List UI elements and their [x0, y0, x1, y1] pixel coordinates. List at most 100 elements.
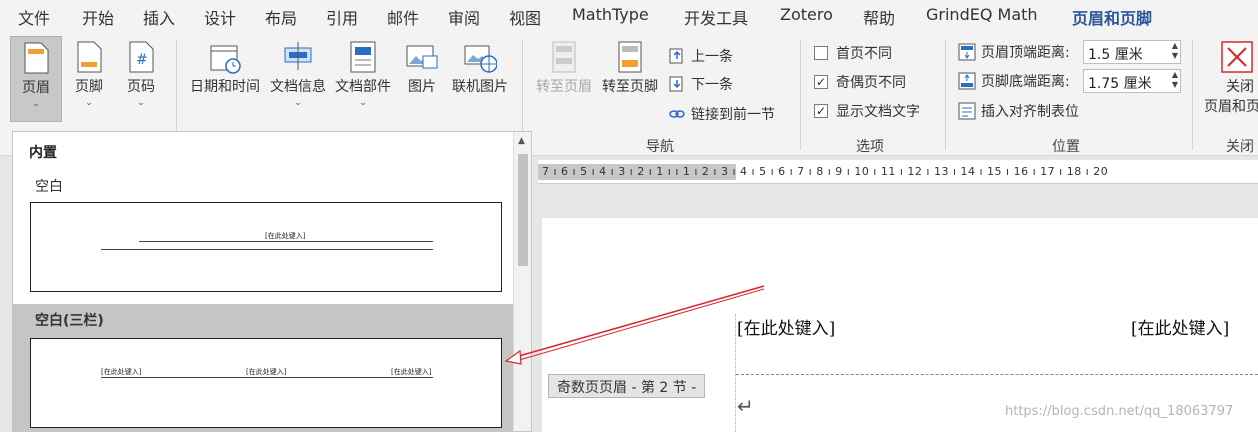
header-position-icon	[958, 43, 976, 61]
tab-developer[interactable]: 开发工具	[684, 5, 748, 29]
tab-references[interactable]: 引用	[326, 5, 358, 29]
tab-file[interactable]: 文件	[18, 5, 50, 29]
goto-footer-button-label: 转至页脚	[602, 79, 658, 95]
tab-review[interactable]: 审阅	[448, 5, 480, 29]
gallery-item-three-column-title: 空白(三栏)	[35, 313, 104, 329]
next-button[interactable]: 下一条	[668, 72, 733, 96]
horizontal-ruler[interactable]: 7 ı 6 ı 5 ı 4 ı 3 ı 2 ı 1 ı ı 1 ı 2 ı 3 …	[538, 160, 1258, 184]
goto-header-button[interactable]: 转至页眉	[532, 36, 596, 122]
previous-button[interactable]: 上一条	[668, 44, 733, 68]
chevron-down-icon: ⌄	[32, 99, 40, 109]
tab-mathtype[interactable]: MathType	[572, 5, 649, 24]
thumb-placeholder: [在此处键入]	[246, 368, 287, 376]
navigation-group-label: 导航	[646, 139, 674, 155]
quick-parts-icon	[346, 40, 380, 74]
header-icon	[19, 41, 53, 75]
alignment-tab-icon	[958, 102, 976, 120]
goto-header-button-label: 转至页眉	[536, 79, 592, 95]
tab-zotero[interactable]: Zotero	[780, 5, 833, 24]
docinfo-button[interactable]: 文档信息 ⌄	[266, 36, 330, 122]
tab-insert[interactable]: 插入	[143, 5, 175, 29]
scrollbar-thumb[interactable]	[518, 154, 528, 266]
show-document-text-checkbox[interactable]: ✓ 显示文档文字	[814, 99, 920, 123]
ruler-numbers: 7 ı 6 ı 5 ı 4 ı 3 ı 2 ı 1 ı ı 1 ı 2 ı 3 …	[542, 165, 1109, 178]
insert-alignment-tab-label: 插入对齐制表位	[981, 104, 1079, 120]
close-label-line2: 页眉和页	[1204, 99, 1258, 115]
gallery-item-three-column[interactable]: [在此处键入] [在此处键入] [在此处键入]	[30, 338, 502, 428]
tab-header-footer[interactable]: 页眉和页脚	[1072, 5, 1153, 35]
page-number-button[interactable]: # 页码 ⌄	[116, 36, 166, 122]
group-separator	[1192, 40, 1193, 150]
svg-text:#: #	[136, 52, 148, 68]
link-to-previous-button[interactable]: 链接到前一节	[668, 102, 775, 126]
close-label-line1: 关闭	[1226, 79, 1254, 95]
chevron-down-icon: ⌄	[294, 98, 302, 108]
document-info-icon	[281, 40, 315, 74]
tab-view[interactable]: 视图	[509, 5, 541, 29]
footer-bottom-distance-label: 页脚底端距离:	[981, 74, 1070, 90]
previous-label: 上一条	[691, 49, 733, 65]
different-odd-even-label: 奇偶页不同	[836, 75, 906, 91]
header-placeholder-left[interactable]: [在此处键入]	[737, 314, 835, 339]
page-number-icon: #	[124, 40, 158, 74]
tab-mailings[interactable]: 邮件	[387, 5, 419, 29]
tab-home[interactable]: 开始	[82, 5, 114, 29]
footer-bottom-distance-input[interactable]: 1.75 厘米 ▲ ▼	[1083, 69, 1181, 93]
header-gallery-dropdown: 内置 空白 [在此处键入] 空白(三栏) [在此处键入] [在此处键入] [在此…	[12, 131, 532, 432]
next-label: 下一条	[691, 77, 733, 93]
different-odd-even-checkbox[interactable]: ✓ 奇偶页不同	[814, 70, 906, 94]
header-top-distance-input[interactable]: 1.5 厘米 ▲ ▼	[1083, 40, 1181, 64]
header-placeholder-right[interactable]: [在此处键入]	[1131, 314, 1229, 339]
thumb-rule	[139, 241, 433, 242]
thumb-placeholder: [在此处键入]	[265, 232, 306, 240]
online-picture-button[interactable]: 联机图片	[448, 36, 512, 122]
goto-footer-icon	[613, 40, 647, 74]
footer-button[interactable]: 页脚 ⌄	[64, 36, 114, 122]
page-number-button-label: 页码	[127, 79, 155, 95]
tab-layout[interactable]: 布局	[265, 5, 297, 29]
close-icon	[1220, 40, 1254, 74]
tab-design[interactable]: 设计	[204, 5, 236, 29]
check-icon[interactable]: ✓	[814, 75, 828, 89]
docparts-button-label: 文档部件	[335, 79, 391, 95]
tab-help[interactable]: 帮助	[863, 5, 895, 29]
picture-button-label: 图片	[408, 79, 436, 95]
goto-header-icon	[547, 40, 581, 74]
footer-bottom-distance-row: 页脚底端距离:	[958, 69, 1070, 93]
online-picture-icon	[463, 40, 498, 74]
datetime-button[interactable]: 日期和时间	[186, 36, 264, 122]
gallery-item-blank[interactable]: [在此处键入]	[30, 202, 502, 292]
group-separator	[800, 40, 801, 150]
position-group-label: 位置	[1052, 139, 1080, 155]
checkbox-unchecked[interactable]	[814, 46, 828, 60]
close-header-footer-button[interactable]: 关闭 页眉和页	[1198, 36, 1258, 122]
different-first-page-checkbox[interactable]: 首页不同	[814, 41, 892, 65]
picture-icon	[405, 40, 439, 74]
picture-button[interactable]: 图片	[398, 36, 446, 122]
menu-bar: 文件 开始 插入 设计 布局 引用 邮件 审阅 视图 MathType 开发工具…	[0, 0, 1258, 35]
spinner-arrows-icon[interactable]: ▲ ▼	[1172, 70, 1178, 90]
gallery-section-title: 内置	[29, 145, 57, 161]
scroll-up-icon[interactable]: ▲	[518, 136, 525, 146]
paragraph-mark-icon: ↵	[737, 394, 754, 418]
watermark-text: https://blog.csdn.net/qq_18063797	[1005, 404, 1234, 419]
tab-grindeq-math[interactable]: GrindEQ Math	[926, 5, 1038, 24]
thumb-rule	[101, 249, 433, 250]
insert-alignment-tab-button[interactable]: 插入对齐制表位	[958, 99, 1079, 123]
thumb-placeholder: [在此处键入]	[391, 368, 432, 376]
different-first-page-label: 首页不同	[836, 46, 892, 62]
show-document-text-label: 显示文档文字	[836, 104, 920, 120]
gallery-scrollbar[interactable]: ▲	[513, 132, 531, 431]
link-icon	[668, 105, 686, 123]
thumb-rule	[101, 377, 433, 378]
footer-button-label: 页脚	[75, 79, 103, 95]
margin-guide	[735, 314, 736, 432]
spinner-arrows-icon[interactable]: ▲ ▼	[1172, 41, 1178, 61]
check-icon[interactable]: ✓	[814, 104, 828, 118]
docparts-button[interactable]: 文档部件 ⌄	[332, 36, 394, 122]
footer-position-icon	[958, 72, 976, 90]
header-button[interactable]: 页眉 ⌄	[10, 36, 62, 122]
header-top-distance-row: 页眉顶端距离:	[958, 40, 1070, 64]
goto-footer-button[interactable]: 转至页脚	[598, 36, 662, 122]
online-picture-button-label: 联机图片	[452, 79, 508, 95]
